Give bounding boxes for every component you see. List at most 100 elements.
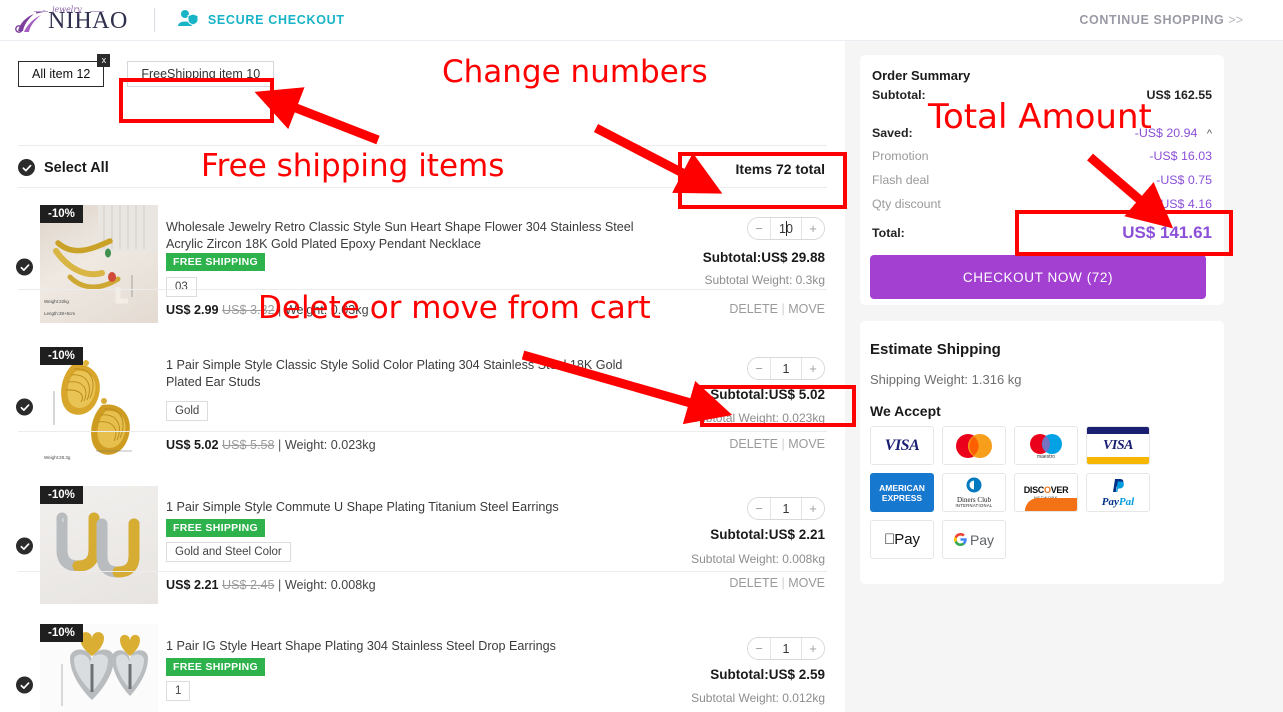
thumb-weight-note: Weight:22kg — [44, 299, 69, 304]
tab-all-items[interactable]: All item 12 x — [18, 54, 111, 87]
qty-discount-value: -US$ 4.16 — [1156, 197, 1212, 211]
site-header: jewelry NIHAO SECURE CHECKOUT CONTINUE S… — [0, 0, 1283, 41]
checkout-now-label: CHECKOUT NOW (72) — [962, 269, 1114, 285]
text-caret — [786, 221, 787, 236]
row-subtotal-weight: Subtotal Weight: 0.008kg — [691, 552, 825, 566]
chevron-up-icon[interactable]: ^ — [1207, 128, 1212, 140]
continue-chevron-icon: >> — [1228, 13, 1243, 27]
quantity-value[interactable]: 1 — [770, 498, 802, 519]
svg-text:maestro: maestro — [1037, 454, 1055, 459]
quantity-decrease-button[interactable]: − — [748, 218, 770, 239]
quantity-input[interactable]: 1 — [783, 362, 790, 376]
product-title[interactable]: Wholesale Jewelry Retro Classic Style Su… — [166, 219, 646, 253]
product-variant[interactable]: 1 — [166, 681, 191, 701]
brand-logo[interactable]: jewelry NIHAO — [14, 5, 128, 33]
quantity-value[interactable]: 1 — [770, 358, 802, 379]
google-pay-icon: Pay — [942, 520, 1006, 559]
annotation-box-quantity — [678, 152, 847, 209]
annotation-total-amount: Total Amount — [928, 97, 1152, 137]
cart-page: jewelry NIHAO SECURE CHECKOUT CONTINUE S… — [0, 0, 1283, 712]
product-variant[interactable]: Gold — [166, 401, 209, 421]
quantity-increase-button[interactable]: + — [802, 358, 824, 379]
shipping-weight: Shipping Weight: 1.316 kg — [870, 372, 1022, 387]
quantity-decrease-button[interactable]: − — [748, 498, 770, 519]
promotion-value: -US$ 16.03 — [1149, 149, 1212, 163]
row-checkbox-icon[interactable] — [16, 676, 33, 694]
annotation-change-numbers: Change numbers — [442, 54, 708, 90]
thumb-length-note: Length:38+5cm — [44, 311, 76, 316]
estimate-shipping-title: Estimate Shipping — [870, 341, 1001, 358]
product-variant[interactable]: Gold and Steel Color — [166, 542, 291, 562]
header-divider — [153, 8, 155, 32]
discount-badge: -10% — [40, 205, 83, 223]
subtotal-label: Subtotal: — [872, 88, 926, 102]
order-summary-title: Order Summary — [872, 68, 971, 83]
quantity-decrease-button[interactable]: − — [748, 638, 770, 659]
checkout-now-button[interactable]: CHECKOUT NOW (72) — [870, 255, 1206, 299]
table-row: -10% 1 Pair Simple Style Commute U Shape… — [0, 431, 845, 604]
row-subtotal: Subtotal:US$ 2.21 — [710, 527, 825, 542]
estimate-shipping-card: Estimate Shipping Shipping Weight: 1.316… — [860, 321, 1224, 584]
quantity-stepper[interactable]: − 10 + — [747, 217, 825, 240]
secure-checkout-label: SECURE CHECKOUT — [207, 13, 345, 27]
annotation-delete-or-move: Delete or move from cart — [258, 290, 651, 326]
we-accept-title: We Accept — [870, 403, 941, 419]
row-subtotal: Subtotal:US$ 2.59 — [710, 667, 825, 682]
quantity-input[interactable]: 1 — [783, 642, 790, 656]
quantity-stepper[interactable]: − 1 + — [747, 497, 825, 520]
summary-row-promotion: Promotion -US$ 16.03 — [860, 149, 1224, 163]
row-subtotal-weight: Subtotal Weight: 0.3kg — [704, 273, 825, 287]
paypal-icon: PayPal — [1086, 473, 1150, 512]
discount-badge: -10% — [40, 347, 83, 365]
discover-icon: DISCOVER NETWORK — [1014, 473, 1078, 512]
row-checkbox-icon[interactable] — [16, 537, 33, 555]
diners-club-icon: Diners Club INTERNATIONAL — [942, 473, 1006, 512]
product-title[interactable]: 1 Pair Simple Style Classic Style Solid … — [166, 357, 646, 391]
quantity-decrease-button[interactable]: − — [748, 358, 770, 379]
free-shipping-tag: FREE SHIPPING — [166, 658, 265, 676]
free-shipping-tag: FREE SHIPPING — [166, 253, 265, 271]
order-summary-card: Order Summary Subtotal: US$ 162.55 Saved… — [860, 55, 1224, 305]
tab-all-items-label: All item 12 — [32, 67, 91, 81]
table-row: -10% Weight:8.9kg 1 Pair IG Style Heart … — [0, 571, 845, 712]
maestro-icon: maestro — [1014, 426, 1078, 465]
person-shield-icon — [177, 9, 199, 32]
row-checkbox-icon[interactable] — [16, 398, 33, 416]
quantity-input[interactable]: 1 — [783, 502, 790, 516]
saved-label: Saved: — [872, 126, 913, 140]
brand-rule-left — [34, 11, 48, 12]
close-icon[interactable]: x — [97, 54, 111, 67]
quantity-value[interactable]: 10 — [770, 218, 802, 239]
secure-checkout-indicator: SECURE CHECKOUT — [177, 9, 345, 32]
row-checkbox-icon[interactable] — [16, 258, 33, 276]
continue-shopping-link[interactable]: CONTINUE SHOPPING >> — [1079, 13, 1243, 27]
discount-badge: -10% — [40, 624, 83, 642]
product-title[interactable]: 1 Pair IG Style Heart Shape Plating 304 … — [166, 638, 646, 655]
product-image[interactable]: -10% Weight:8.9kg — [40, 624, 158, 712]
annotation-free-shipping-items: Free shipping items — [201, 148, 505, 184]
row-subtotal: Subtotal:US$ 29.88 — [702, 250, 825, 265]
product-title[interactable]: 1 Pair Simple Style Commute U Shape Plat… — [166, 499, 646, 516]
annotation-box-total — [1015, 210, 1233, 256]
thumb-weight-note: Weight:28.3g — [44, 455, 71, 460]
annotation-box-delete-move — [700, 385, 856, 427]
flash-deal-label: Flash deal — [872, 173, 930, 187]
mastercard-icon — [942, 426, 1006, 465]
free-shipping-tag: FREE SHIPPING — [166, 519, 265, 537]
quantity-value[interactable]: 1 — [770, 638, 802, 659]
apple-pay-icon: Pay — [870, 520, 934, 559]
quantity-stepper[interactable]: − 1 + — [747, 637, 825, 660]
brand-rule-right — [90, 11, 104, 12]
flash-deal-value: -US$ 0.75 — [1156, 173, 1212, 187]
summary-row-flash-deal: Flash deal -US$ 0.75 — [860, 173, 1224, 187]
promotion-label: Promotion — [872, 149, 929, 163]
total-label: Total: — [872, 226, 905, 240]
quantity-increase-button[interactable]: + — [802, 638, 824, 659]
quantity-increase-button[interactable]: + — [802, 498, 824, 519]
visa-electron-icon: VISA — [1086, 426, 1150, 465]
discount-badge: -10% — [40, 486, 83, 504]
divider-top — [18, 145, 827, 146]
quantity-increase-button[interactable]: + — [802, 218, 824, 239]
row-subtotal-weight: Subtotal Weight: 0.012kg — [691, 691, 825, 705]
quantity-stepper[interactable]: − 1 + — [747, 357, 825, 380]
